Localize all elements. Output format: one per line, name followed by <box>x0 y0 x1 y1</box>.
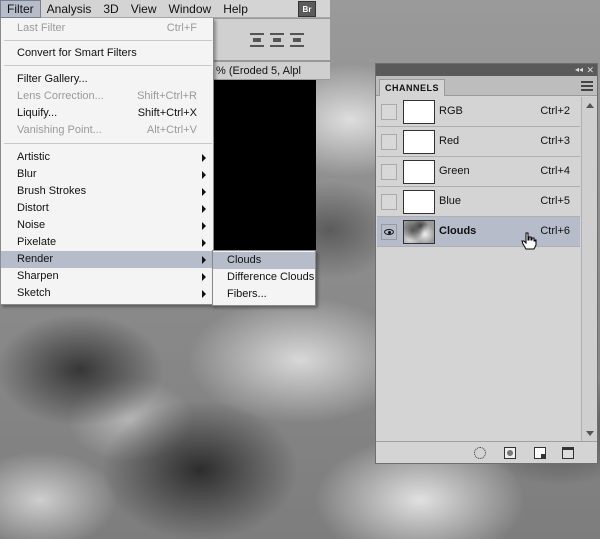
align-bottom-icon[interactable] <box>290 33 304 47</box>
submenu-item-clouds[interactable]: Clouds <box>213 252 315 269</box>
document-tab[interactable]: % (Eroded 5, Alpl <box>214 62 330 80</box>
render-submenu: Clouds Difference Clouds Fibers... <box>212 250 316 306</box>
new-channel-icon[interactable] <box>534 447 546 459</box>
collapse-icon[interactable]: ◂◂ <box>575 64 583 76</box>
menu-analysis[interactable]: Analysis <box>41 0 98 18</box>
submenu-arrow-icon <box>202 290 206 298</box>
channels-panel: ◂◂ ✕ CHANNELS RGB Ctrl+2 Red Ctrl+3 Gree… <box>375 63 598 464</box>
channel-row-red[interactable]: Red Ctrl+3 <box>377 127 580 157</box>
menu-item-lens-correction: Lens Correction... Shift+Ctrl+R <box>17 90 197 102</box>
channel-shortcut: Ctrl+2 <box>540 105 570 117</box>
menu-item-distort[interactable]: Distort <box>1 200 213 217</box>
menu-bar: Filter Analysis 3D View Window Help Br <box>0 0 330 18</box>
channel-row-blue[interactable]: Blue Ctrl+5 <box>377 187 580 217</box>
menu-help[interactable]: Help <box>217 0 254 18</box>
menu-item-brush-strokes[interactable]: Brush Strokes <box>1 183 213 200</box>
tab-channels[interactable]: CHANNELS <box>379 79 445 96</box>
panel-title-strip[interactable]: ◂◂ ✕ <box>376 64 597 76</box>
channel-thumbnail <box>403 160 435 184</box>
menu-item-pixelate[interactable]: Pixelate <box>1 234 213 251</box>
submenu-arrow-icon <box>202 154 206 162</box>
channel-row-clouds[interactable]: Clouds Ctrl+6 <box>377 217 580 247</box>
menu-separator <box>4 143 212 144</box>
submenu-arrow-icon <box>202 222 206 230</box>
menu-view[interactable]: View <box>125 0 163 18</box>
menu-filter[interactable]: Filter <box>0 0 41 18</box>
document-canvas-area <box>214 80 316 250</box>
channel-name: Blue <box>439 195 462 207</box>
menu-separator <box>4 65 212 66</box>
submenu-arrow-icon <box>202 273 206 281</box>
menu-item-noise[interactable]: Noise <box>1 217 213 234</box>
visibility-toggle[interactable] <box>381 194 397 210</box>
align-top-icon[interactable] <box>250 33 264 47</box>
submenu-arrow-icon <box>202 239 206 247</box>
menu-separator <box>4 40 212 41</box>
menu-item-artistic[interactable]: Artistic <box>1 149 213 166</box>
panel-tab-row: CHANNELS <box>376 76 597 96</box>
channel-thumbnail <box>403 130 435 154</box>
menu-item-sharpen[interactable]: Sharpen <box>1 268 213 285</box>
load-selection-icon[interactable] <box>474 447 486 459</box>
submenu-arrow-icon <box>202 188 206 196</box>
scroll-up-icon[interactable] <box>586 103 594 108</box>
channels-scrollbar[interactable] <box>581 97 597 442</box>
channel-row-green[interactable]: Green Ctrl+4 <box>377 157 580 187</box>
channel-name: RGB <box>439 105 463 117</box>
menu-item-render[interactable]: Render <box>1 251 213 268</box>
menu-item-last-filter: Last Filter Ctrl+F <box>17 22 197 34</box>
menu-item-liquify[interactable]: Liquify... Shift+Ctrl+X <box>1 105 213 122</box>
trash-icon[interactable] <box>562 447 574 459</box>
scroll-down-icon[interactable] <box>586 431 594 436</box>
panel-menu-icon[interactable] <box>581 81 593 91</box>
align-middle-icon[interactable] <box>270 33 284 47</box>
channel-thumbnail <box>403 220 435 244</box>
menu-window[interactable]: Window <box>163 0 218 18</box>
filter-menu: Last Filter Ctrl+F Convert for Smart Fil… <box>0 18 214 305</box>
channel-row-rgb[interactable]: RGB Ctrl+2 <box>377 97 580 127</box>
menu-3d[interactable]: 3D <box>97 0 124 18</box>
channel-shortcut: Ctrl+6 <box>540 225 570 237</box>
channel-name: Green <box>439 165 470 177</box>
panel-footer <box>376 441 597 463</box>
submenu-item-difference-clouds[interactable]: Difference Clouds <box>213 269 315 286</box>
visibility-toggle[interactable] <box>381 104 397 120</box>
menu-item-sketch[interactable]: Sketch <box>1 285 213 302</box>
menu-item-convert-smart-filters[interactable]: Convert for Smart Filters <box>1 45 213 62</box>
submenu-arrow-icon <box>202 256 206 264</box>
bridge-button[interactable]: Br <box>298 1 316 17</box>
visibility-toggle[interactable] <box>381 134 397 150</box>
submenu-arrow-icon <box>202 171 206 179</box>
visibility-toggle[interactable] <box>381 164 397 180</box>
menu-item-filter-gallery[interactable]: Filter Gallery... <box>1 71 213 88</box>
submenu-arrow-icon <box>202 205 206 213</box>
close-icon[interactable]: ✕ <box>586 64 594 76</box>
menu-item-blur[interactable]: Blur <box>1 166 213 183</box>
channel-shortcut: Ctrl+5 <box>540 195 570 207</box>
channel-shortcut: Ctrl+4 <box>540 165 570 177</box>
channel-thumbnail <box>403 190 435 214</box>
hand-cursor-icon <box>521 232 537 250</box>
menu-item-vanishing-point: Vanishing Point... Alt+Ctrl+V <box>17 124 197 136</box>
eye-icon <box>384 229 394 235</box>
channel-name: Red <box>439 135 460 147</box>
channel-shortcut: Ctrl+3 <box>540 135 570 147</box>
save-selection-icon[interactable] <box>504 447 516 459</box>
channel-thumbnail <box>403 100 435 124</box>
submenu-item-fibers[interactable]: Fibers... <box>213 286 315 303</box>
channel-name: Clouds <box>439 225 477 237</box>
visibility-toggle[interactable] <box>381 224 397 240</box>
